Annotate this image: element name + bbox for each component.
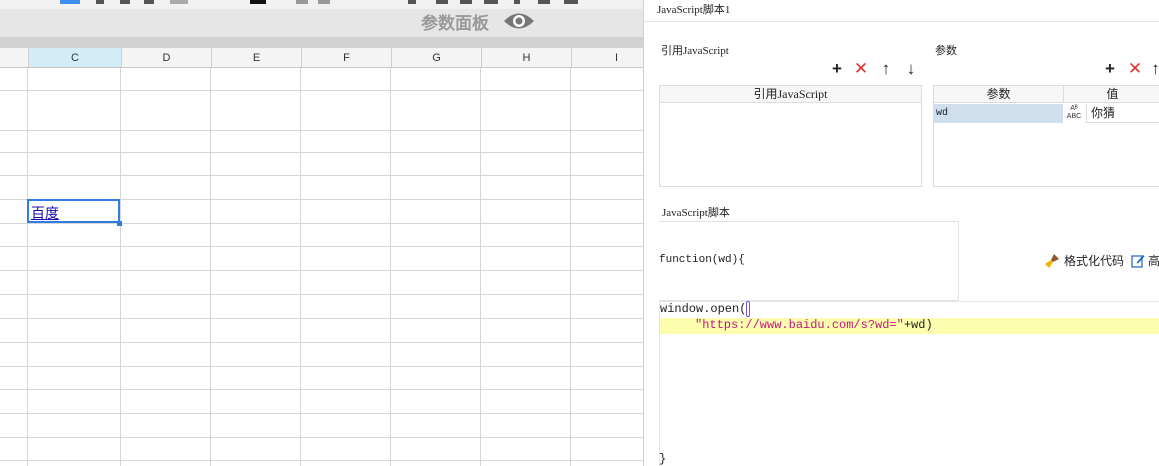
parameter-panel-label: 参数面板 [421, 14, 489, 33]
column-header-c[interactable]: C [28, 48, 121, 67]
move-up-icon: ↑ [1151, 60, 1159, 78]
header-strip [0, 37, 643, 48]
code-text: +wd) [903, 318, 933, 332]
grid-line [0, 270, 643, 271]
param-value-header[interactable]: 值 [1064, 86, 1159, 103]
toolbar-button[interactable] [296, 0, 308, 4]
cell-grid[interactable] [0, 68, 643, 466]
add-ref-button[interactable]: + [828, 60, 846, 78]
ref-js-column-header[interactable]: 引用JavaScript [660, 86, 921, 103]
toolbar-button[interactable] [408, 0, 416, 4]
dialog-title: JavaScript脚本1 [657, 4, 731, 16]
toolbar-button[interactable] [564, 0, 578, 4]
grid-line [0, 318, 643, 319]
move-down-icon: ↓ [906, 59, 916, 78]
grid-line [0, 223, 643, 224]
closing-brace: } [659, 452, 667, 466]
toolbar-button[interactable] [484, 0, 498, 4]
format-code-label: 格式化代码 [1064, 254, 1125, 268]
param-name-header[interactable]: 参数 [934, 86, 1064, 103]
toolbar-button[interactable] [250, 0, 266, 4]
grid-line [0, 294, 643, 295]
toolbar-button[interactable] [144, 0, 154, 4]
eye-icon[interactable] [503, 10, 535, 32]
toolbar-button[interactable] [120, 0, 130, 4]
code-string: "https://www.baidu.com/s?wd=" [695, 318, 904, 332]
param-value-cell[interactable]: 你猜 [1086, 104, 1159, 123]
grid-line [0, 437, 643, 438]
grid-line [0, 389, 643, 390]
grid-line [0, 175, 643, 176]
grid-line [0, 366, 643, 367]
column-header-row: C D E F G H I [0, 48, 643, 68]
grid-line [27, 68, 28, 466]
add-icon: + [1105, 59, 1115, 78]
broom-icon [1045, 253, 1059, 268]
code-editor[interactable]: window.open( "https://www.baidu.com/s?wd… [659, 301, 1159, 466]
dialog-title-bar: JavaScript脚本1 [644, 0, 1159, 22]
toolbar-button[interactable] [170, 0, 188, 4]
grid-line [120, 68, 121, 466]
javascript-dialog: JavaScript脚本1 引用JavaScript + ✕ ↑ ↓ 引用Jav… [643, 0, 1159, 466]
toolbar-button[interactable] [436, 0, 448, 4]
grid-line [0, 246, 643, 247]
move-up-ref-button[interactable]: ↑ [877, 60, 895, 78]
highlight-label: 高 [1148, 254, 1159, 268]
grid-line [570, 68, 571, 466]
move-up-icon: ↑ [881, 59, 891, 78]
ref-js-table[interactable]: 引用JavaScript [659, 85, 922, 187]
column-header-f[interactable]: F [301, 48, 391, 67]
code-text: window.open( [660, 302, 747, 316]
grid-line [0, 460, 643, 461]
string-type-icon[interactable]: A͏ᴮ ABC [1063, 104, 1085, 123]
parameter-panel-bar [0, 9, 643, 37]
move-down-ref-button[interactable]: ↓ [902, 60, 920, 78]
function-signature: function(wd){ [659, 254, 745, 266]
grid-line [0, 342, 643, 343]
param-name-cell[interactable]: wd [933, 104, 1063, 123]
toolbar-button[interactable] [96, 0, 104, 4]
delete-icon: ✕ [853, 59, 869, 78]
delete-ref-button[interactable]: ✕ [852, 60, 870, 78]
highlight-button[interactable]: 高 [1131, 252, 1159, 269]
grid-line [0, 90, 643, 91]
column-header-h[interactable]: H [481, 48, 571, 67]
move-up-param-button[interactable]: ↑ [1151, 60, 1159, 78]
column-header-e[interactable]: E [211, 48, 301, 67]
code-line-1: window.open( [660, 301, 751, 317]
grid-line [210, 68, 211, 466]
corner-header[interactable] [0, 48, 28, 67]
toolbar-button[interactable] [318, 0, 330, 4]
grid-line [0, 413, 643, 414]
delete-icon: ✕ [1127, 59, 1143, 78]
toolbar-button[interactable] [460, 0, 472, 4]
add-icon: + [832, 59, 842, 78]
delete-param-button[interactable]: ✕ [1126, 60, 1144, 78]
toolbar-button[interactable] [60, 0, 80, 4]
script-section-label: JavaScript脚本 [662, 207, 730, 219]
edit-icon [1131, 254, 1145, 268]
code-line-2: "https://www.baidu.com/s?wd="+wd) [695, 318, 933, 332]
ref-js-section-label: 引用JavaScript [661, 45, 729, 57]
column-header-d[interactable]: D [121, 48, 211, 67]
format-code-button[interactable]: 格式化代码 [1044, 252, 1124, 269]
toolbar-button[interactable] [514, 0, 520, 4]
toolbar-button[interactable] [538, 0, 550, 4]
grid-line [0, 130, 643, 131]
grid-line [390, 68, 391, 466]
grid-line [300, 68, 301, 466]
spreadsheet-pane: 参数面板 C D E F G H I 百度 [0, 0, 643, 466]
matching-bracket [746, 301, 751, 317]
grid-line [480, 68, 481, 466]
cell-hyperlink[interactable]: 百度 [31, 203, 59, 223]
selected-cell-c[interactable]: 百度 [27, 199, 120, 223]
param-section-label: 参数 [935, 45, 957, 57]
param-row[interactable]: wd A͏ᴮ ABC 你猜 [933, 104, 1159, 123]
fill-handle[interactable] [117, 221, 122, 226]
param-table[interactable]: 参数 值 [933, 85, 1159, 187]
column-header-g[interactable]: G [391, 48, 481, 67]
grid-line [0, 152, 643, 153]
add-param-button[interactable]: + [1101, 60, 1119, 78]
column-header-i[interactable]: I [571, 48, 643, 67]
